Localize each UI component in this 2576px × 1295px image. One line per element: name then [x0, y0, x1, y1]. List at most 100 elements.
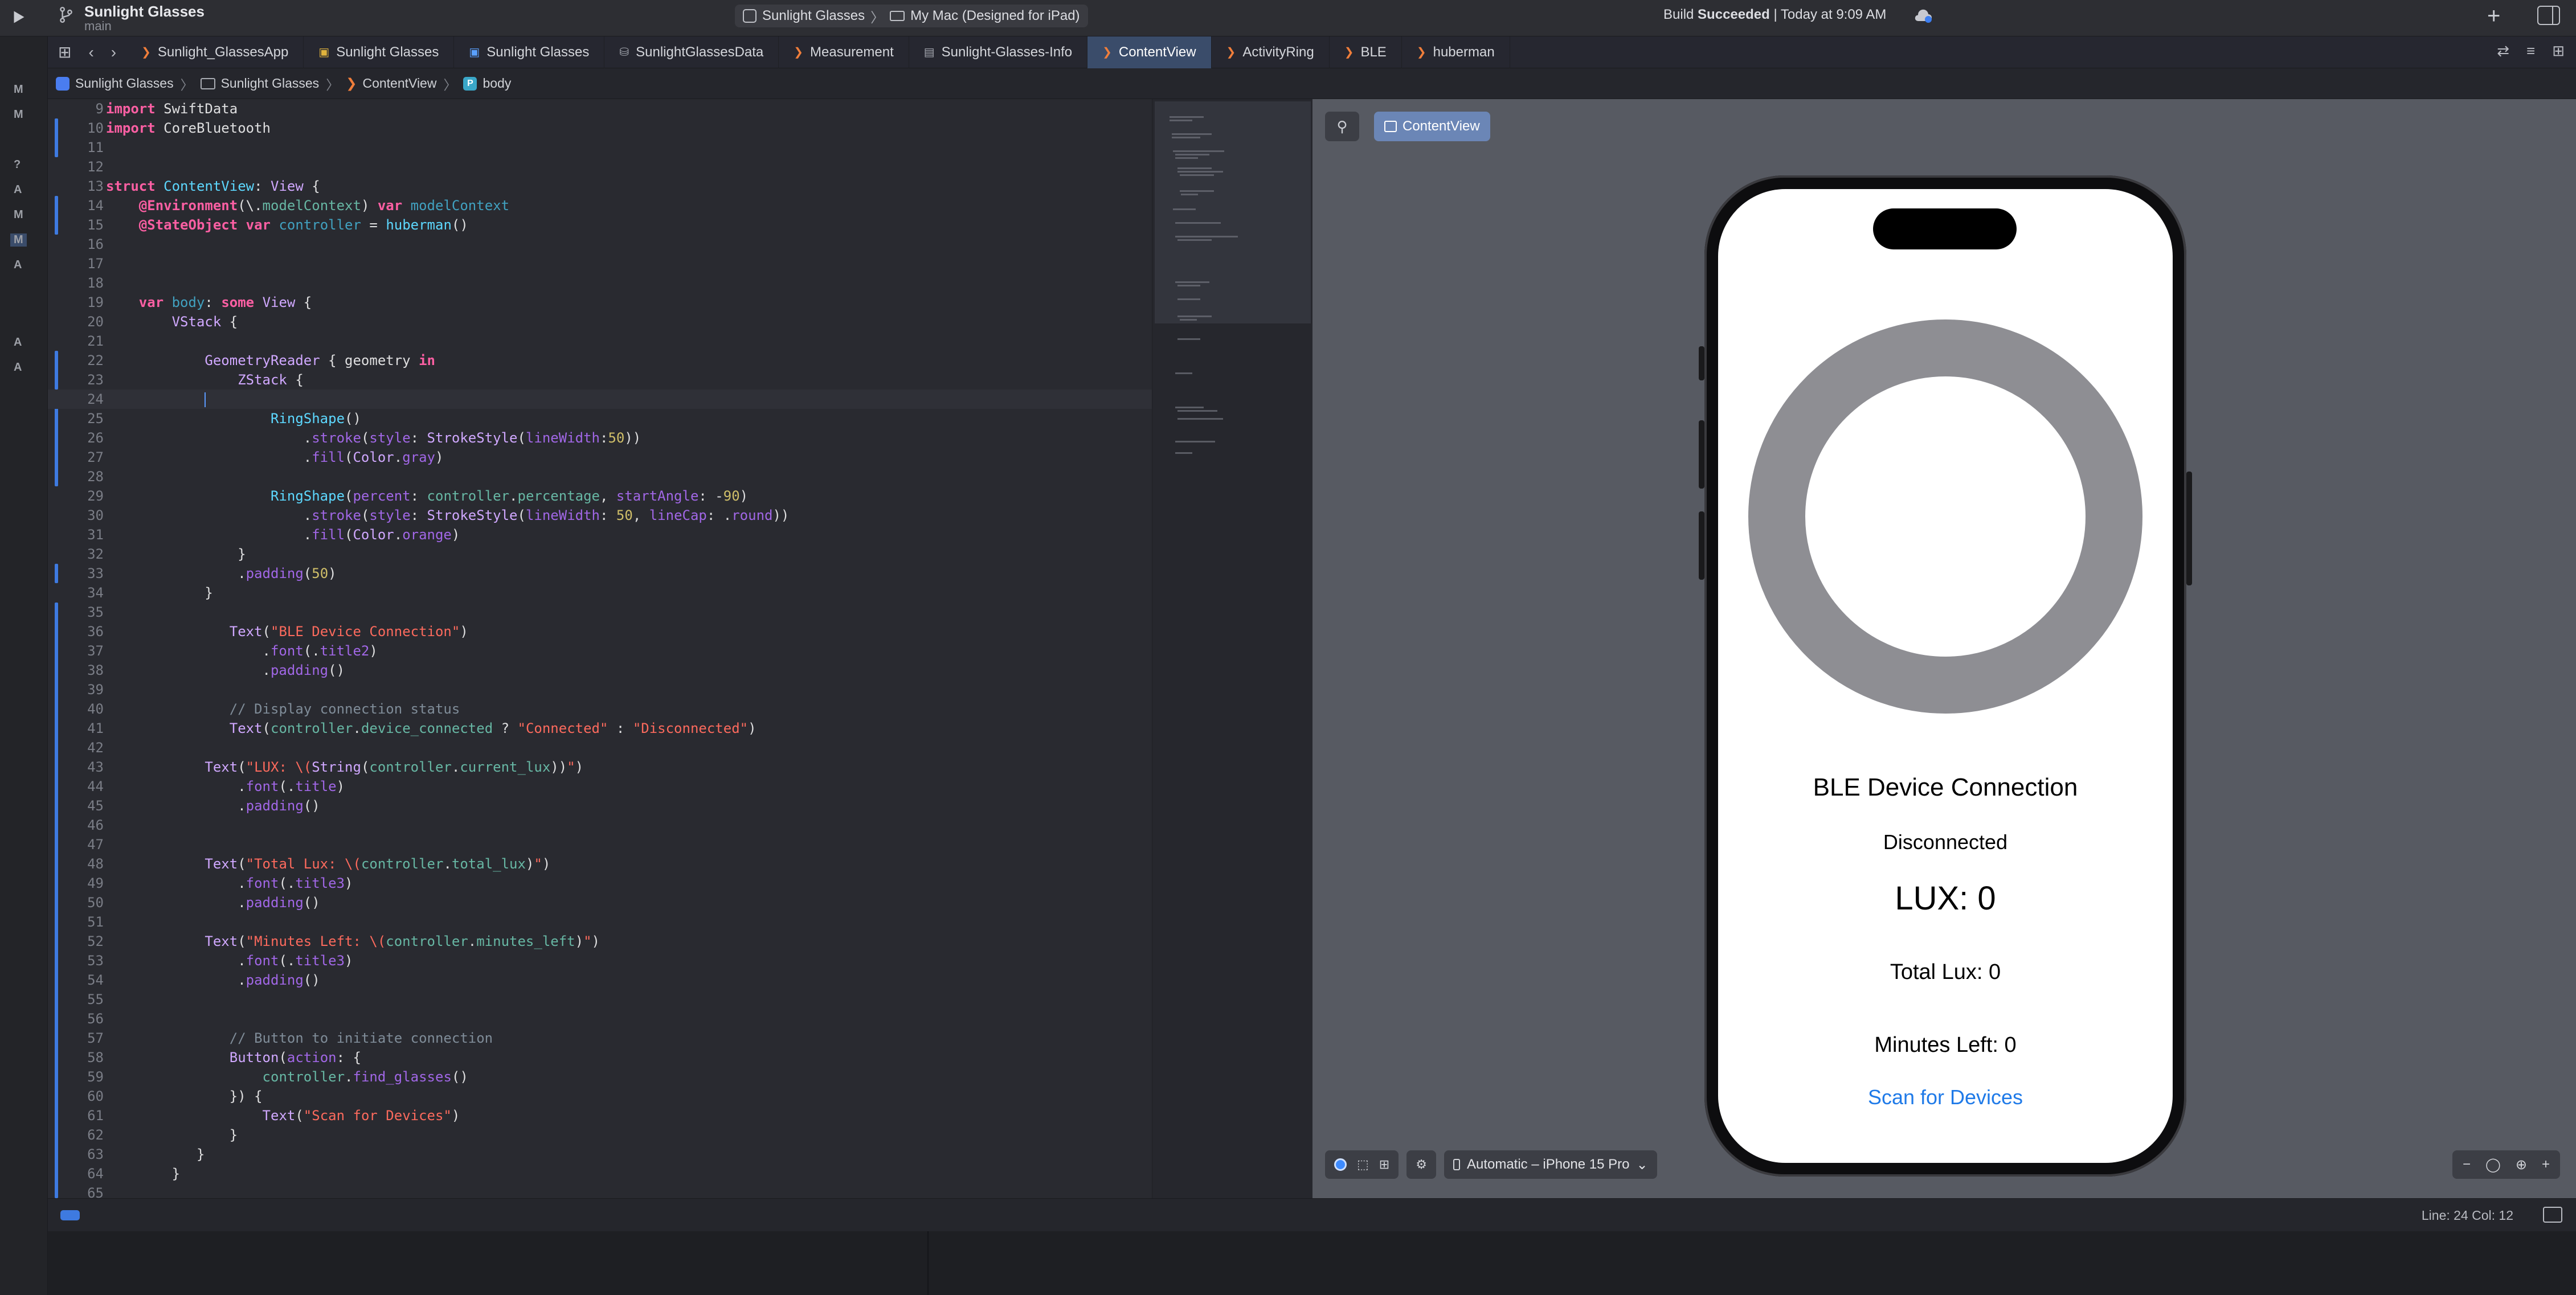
code-line[interactable]: 55: [48, 990, 1152, 1009]
code-line[interactable]: 31 .fill(Color.orange): [48, 525, 1152, 544]
code-line[interactable]: 46: [48, 815, 1152, 835]
code-text[interactable]: GeometryReader { geometry in: [106, 351, 435, 370]
code-text[interactable]: @StateObject var controller = huberman(): [106, 215, 468, 235]
code-line[interactable]: 54 .padding(): [48, 970, 1152, 990]
zoom-fit-icon[interactable]: ⊕: [2516, 1157, 2527, 1173]
zoom-in-icon[interactable]: +: [2542, 1157, 2550, 1173]
code-line[interactable]: 29 RingShape(percent: controller.percent…: [48, 486, 1152, 506]
variables-view[interactable]: [48, 1231, 929, 1295]
code-text[interactable]: Text("BLE Device Connection"): [106, 622, 468, 641]
code-line[interactable]: 28: [48, 467, 1152, 486]
code-line[interactable]: 56: [48, 1009, 1152, 1028]
code-line[interactable]: 13 struct ContentView: View {: [48, 177, 1152, 196]
code-line[interactable]: 10 import CoreBluetooth: [48, 118, 1152, 138]
code-text[interactable]: .padding(): [106, 796, 320, 815]
code-text[interactable]: var body: some View {: [106, 293, 312, 312]
device-selector[interactable]: Automatic – iPhone 15 Pro ⌄: [1444, 1150, 1657, 1179]
code-line[interactable]: 62 }: [48, 1125, 1152, 1145]
source-control-mark[interactable]: A: [14, 336, 22, 349]
code-line[interactable]: 64 }: [48, 1164, 1152, 1183]
device-settings-icon[interactable]: ⚙: [1416, 1157, 1427, 1172]
breadcrumb-project[interactable]: Sunlight Glasses: [56, 76, 174, 91]
code-text[interactable]: Text("Scan for Devices"): [106, 1106, 460, 1125]
tab-sunlight-glasses-assets[interactable]: ▣ Sunlight Glasses: [304, 36, 455, 68]
code-text[interactable]: .padding(): [106, 661, 345, 680]
cloud-icon[interactable]: [1913, 7, 1933, 25]
related-items-icon[interactable]: ⇄: [2497, 42, 2509, 60]
code-text[interactable]: RingShape(): [106, 409, 361, 428]
code-text[interactable]: // Button to initiate connection: [106, 1028, 493, 1048]
breadcrumb-folder[interactable]: Sunlight Glasses: [200, 76, 319, 91]
tab-contentview[interactable]: ❯ ContentView: [1087, 36, 1212, 68]
code-line[interactable]: 36 Text("BLE Device Connection"): [48, 622, 1152, 641]
variants-icon[interactable]: ⊞: [1379, 1157, 1389, 1172]
project-branch-info[interactable]: Sunlight Glasses main: [57, 3, 205, 33]
code-line[interactable]: 18: [48, 273, 1152, 293]
code-text[interactable]: .fill(Color.gray): [106, 448, 444, 467]
code-line[interactable]: 14 @Environment(\.modelContext) var mode…: [48, 196, 1152, 215]
code-line[interactable]: 57 // Button to initiate connection: [48, 1028, 1152, 1048]
debug-area-toggle-icon[interactable]: [2543, 1207, 2562, 1223]
code-text[interactable]: [106, 390, 206, 409]
code-text[interactable]: import CoreBluetooth: [106, 118, 271, 138]
code-line[interactable]: 44 .font(.title): [48, 777, 1152, 796]
code-line[interactable]: 32 }: [48, 544, 1152, 564]
code-line[interactable]: 27 .fill(Color.gray): [48, 448, 1152, 467]
editor-options-icon[interactable]: ≡: [2526, 42, 2535, 60]
code-line[interactable]: 20 VStack {: [48, 312, 1152, 331]
code-text[interactable]: .fill(Color.orange): [106, 525, 460, 544]
code-line[interactable]: 63 }: [48, 1145, 1152, 1164]
code-line[interactable]: 16: [48, 235, 1152, 254]
zoom-out-icon[interactable]: −: [2463, 1157, 2471, 1173]
code-line[interactable]: 24: [48, 390, 1152, 409]
code-line[interactable]: 58 Button(action: {: [48, 1048, 1152, 1067]
debug-toggle-icon[interactable]: [60, 1210, 80, 1220]
tab-huberman[interactable]: ❯ huberman: [1402, 36, 1510, 68]
forward-icon[interactable]: ›: [111, 43, 116, 62]
code-line[interactable]: 23 ZStack {: [48, 370, 1152, 390]
grid-icon[interactable]: ⊞: [58, 43, 71, 62]
code-text[interactable]: }: [106, 1145, 205, 1164]
source-control-mark[interactable]: A: [14, 259, 22, 272]
code-line[interactable]: 49 .font(.title3): [48, 874, 1152, 893]
code-line[interactable]: 22 GeometryReader { geometry in: [48, 351, 1152, 370]
code-line[interactable]: 34 }: [48, 583, 1152, 603]
code-text[interactable]: VStack {: [106, 312, 238, 331]
code-text[interactable]: Text("Minutes Left: \(controller.minutes…: [106, 932, 600, 951]
code-text[interactable]: .font(.title3): [106, 874, 353, 893]
code-text[interactable]: .font(.title2): [106, 641, 378, 661]
code-line[interactable]: 53 .font(.title3): [48, 951, 1152, 970]
breadcrumb-file[interactable]: ❯ ContentView: [346, 76, 436, 91]
back-icon[interactable]: ‹: [88, 43, 93, 62]
code-text[interactable]: import SwiftData: [106, 99, 238, 118]
code-text[interactable]: }: [106, 583, 212, 603]
code-text[interactable]: Button(action: {: [106, 1048, 361, 1067]
split-editor-icon[interactable]: ⊞: [2552, 42, 2565, 60]
code-line[interactable]: 48 Text("Total Lux: \(controller.total_l…: [48, 854, 1152, 874]
code-line[interactable]: 30 .stroke(style: StrokeStyle(lineWidth:…: [48, 506, 1152, 525]
tab-activity-ring[interactable]: ❯ ActivityRing: [1212, 36, 1330, 68]
code-line[interactable]: 52 Text("Minutes Left: \(controller.minu…: [48, 932, 1152, 951]
code-text[interactable]: @Environment(\.modelContext) var modelCo…: [106, 196, 509, 215]
live-preview-icon[interactable]: [1334, 1158, 1347, 1171]
code-line[interactable]: 26 .stroke(style: StrokeStyle(lineWidth:…: [48, 428, 1152, 448]
code-line[interactable]: 9 import SwiftData: [48, 99, 1152, 118]
source-editor[interactable]: 9 import SwiftData 10 import CoreBluetooth 1…: [48, 99, 1152, 1201]
code-text[interactable]: }) {: [106, 1087, 263, 1106]
pin-preview-button[interactable]: ⚲: [1325, 112, 1359, 141]
code-text[interactable]: Text("LUX: \(String(controller.current_l…: [106, 757, 583, 777]
code-line[interactable]: 45 .padding(): [48, 796, 1152, 815]
tab-measurement[interactable]: ❯ Measurement: [779, 36, 909, 68]
source-control-mark[interactable]: M: [14, 208, 23, 222]
code-line[interactable]: 11: [48, 138, 1152, 157]
tab-info-plist[interactable]: ▤ Sunlight-Glasses-Info: [909, 36, 1088, 68]
tab-ble[interactable]: ❯ BLE: [1330, 36, 1402, 68]
code-line[interactable]: 60 }) {: [48, 1087, 1152, 1106]
code-line[interactable]: 41 Text(controller.device_connected ? "C…: [48, 719, 1152, 738]
scheme-selector[interactable]: Sunlight Glasses 〉 My Mac (Designed for …: [735, 5, 1088, 27]
source-control-mark[interactable]: ?: [14, 158, 21, 171]
code-line[interactable]: 17: [48, 254, 1152, 273]
code-text[interactable]: Text(controller.device_connected ? "Conn…: [106, 719, 757, 738]
tab-sunlight-glasses-data[interactable]: ⛁ SunlightGlassesData: [604, 36, 779, 68]
code-text[interactable]: .padding(50): [106, 564, 336, 583]
